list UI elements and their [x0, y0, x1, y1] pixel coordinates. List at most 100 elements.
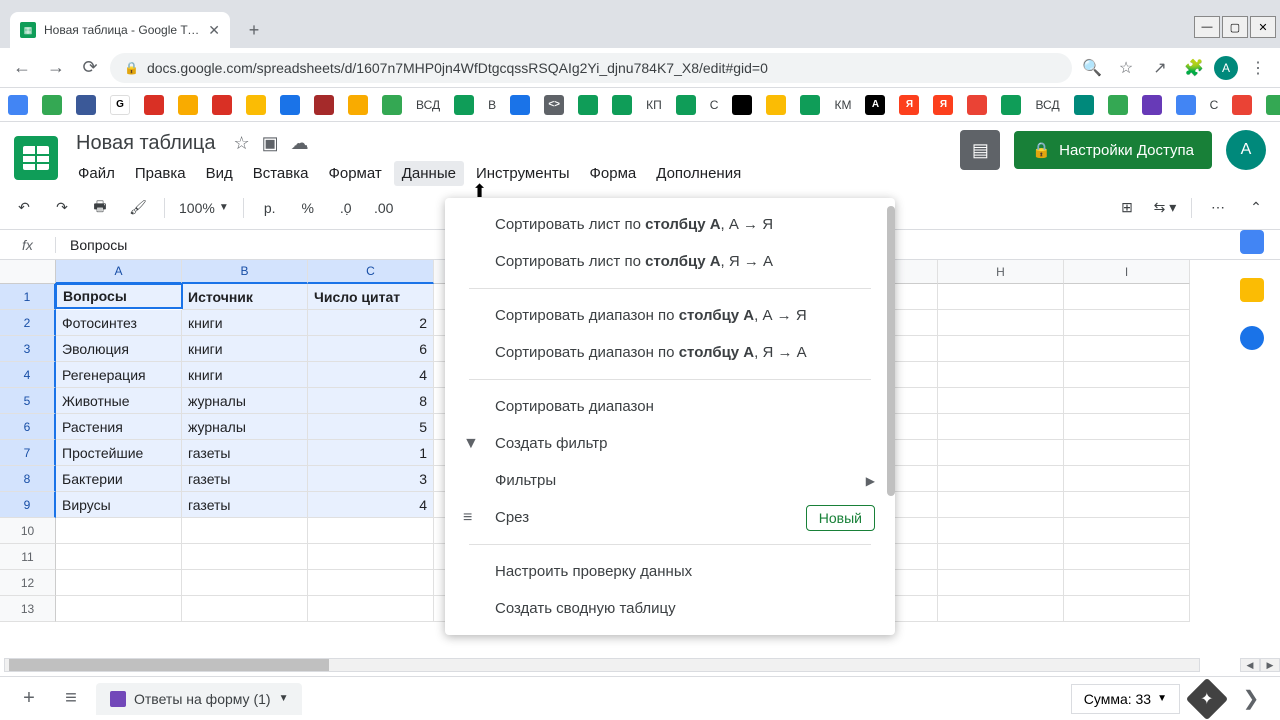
cell[interactable]: книги — [182, 336, 308, 362]
pivot-table[interactable]: Создать сводную таблицу — [445, 590, 895, 627]
merge-button[interactable]: ⇆ ▾ — [1153, 194, 1177, 222]
cell[interactable] — [308, 544, 434, 570]
profile-avatar[interactable]: A — [1214, 56, 1238, 80]
cell[interactable] — [308, 518, 434, 544]
row-header[interactable]: 3 — [0, 336, 56, 362]
cell[interactable] — [308, 570, 434, 596]
share-button[interactable]: 🔒 Настройки Доступа — [1014, 131, 1212, 169]
sheets-logo-icon[interactable] — [14, 136, 58, 180]
cell[interactable]: книги — [182, 310, 308, 336]
bookmark-item[interactable] — [510, 95, 530, 115]
all-sheets-button[interactable]: ≡ — [54, 682, 88, 716]
create-filter[interactable]: ▼ Создать фильтр — [445, 425, 895, 462]
borders-button[interactable]: ⊞ — [1115, 194, 1139, 222]
row-header[interactable]: 11 — [0, 544, 56, 570]
dropdown-scrollbar[interactable] — [887, 206, 895, 496]
bookmark-item[interactable] — [246, 95, 266, 115]
cell[interactable] — [1064, 596, 1190, 622]
row-header[interactable]: 13 — [0, 596, 56, 622]
zoom-icon[interactable]: 🔍 — [1078, 54, 1106, 82]
user-avatar[interactable]: A — [1226, 130, 1266, 170]
decrease-decimal-button[interactable]: .0̣ — [334, 194, 358, 222]
cell[interactable] — [182, 570, 308, 596]
menu-insert[interactable]: Вставка — [245, 161, 317, 186]
sort-sheet-asc[interactable]: Сортировать лист по столбцу A, А → Я — [445, 206, 895, 243]
cell[interactable] — [938, 310, 1064, 336]
cell[interactable]: 2 — [308, 310, 434, 336]
cell[interactable]: Число цитат — [308, 284, 434, 310]
row-header[interactable]: 9 — [0, 492, 56, 518]
menu-format[interactable]: Формат — [320, 161, 389, 186]
cell[interactable]: 1 — [308, 440, 434, 466]
cell[interactable] — [182, 518, 308, 544]
cell[interactable]: 8 — [308, 388, 434, 414]
forward-button[interactable]: → — [42, 54, 70, 82]
bookmark-item[interactable] — [578, 95, 598, 115]
cell[interactable] — [938, 544, 1064, 570]
bookmark-item[interactable] — [1176, 95, 1196, 115]
side-panel-toggle[interactable]: ❯ — [1234, 682, 1268, 716]
bookmark-item[interactable] — [1142, 95, 1162, 115]
row-header[interactable]: 4 — [0, 362, 56, 388]
tasks-icon[interactable] — [1240, 326, 1264, 350]
cell[interactable] — [56, 596, 182, 622]
cell[interactable] — [938, 414, 1064, 440]
bookmark-item[interactable] — [348, 95, 368, 115]
row-header[interactable]: 12 — [0, 570, 56, 596]
cell[interactable] — [938, 518, 1064, 544]
cell[interactable] — [1064, 362, 1190, 388]
comments-button[interactable]: ▤ — [960, 130, 1000, 170]
bookmark-label[interactable]: С — [710, 98, 719, 112]
bookmark-item[interactable] — [314, 95, 334, 115]
sort-range[interactable]: Сортировать диапазон — [445, 388, 895, 425]
cell[interactable] — [938, 336, 1064, 362]
cell[interactable] — [56, 518, 182, 544]
bookmark-item[interactable] — [1232, 95, 1252, 115]
tab-close-icon[interactable]: ✕ — [208, 22, 220, 39]
slicer[interactable]: ≡ Срез Новый — [445, 499, 895, 536]
row-header[interactable]: 5 — [0, 388, 56, 414]
cell[interactable]: 3 — [308, 466, 434, 492]
maximize-button[interactable]: ▢ — [1222, 16, 1248, 38]
extensions-icon[interactable]: 🧩 — [1180, 54, 1208, 82]
bookmark-item[interactable] — [612, 95, 632, 115]
cell[interactable]: 6 — [308, 336, 434, 362]
column-header[interactable]: C — [308, 260, 434, 284]
percent-button[interactable]: % — [296, 194, 320, 222]
cell[interactable] — [182, 544, 308, 570]
row-header[interactable]: 2 — [0, 310, 56, 336]
browser-menu-icon[interactable]: ⋮ — [1244, 54, 1272, 82]
cell[interactable] — [938, 440, 1064, 466]
calendar-icon[interactable] — [1240, 230, 1264, 254]
bookmark-label[interactable]: КП — [646, 98, 662, 112]
row-header[interactable]: 1 — [0, 284, 56, 310]
bookmark-item[interactable]: <> — [544, 95, 564, 115]
bookmark-item[interactable]: Я — [933, 95, 953, 115]
bookmark-item[interactable] — [280, 95, 300, 115]
cell[interactable]: газеты — [182, 440, 308, 466]
new-tab-button[interactable]: + — [240, 16, 268, 44]
cell[interactable]: 4 — [308, 362, 434, 388]
close-window-button[interactable]: ✕ — [1250, 16, 1276, 38]
cell[interactable]: 5 — [308, 414, 434, 440]
add-sheet-button[interactable]: + — [12, 682, 46, 716]
explore-button[interactable]: ✦ — [1186, 677, 1228, 719]
cell[interactable]: Растения — [56, 414, 182, 440]
bookmark-label[interactable]: КМ — [834, 98, 851, 112]
cell[interactable] — [1064, 310, 1190, 336]
cell[interactable]: Бактерии — [56, 466, 182, 492]
bookmark-label[interactable]: ВСД — [416, 98, 440, 112]
cell[interactable] — [1064, 388, 1190, 414]
horizontal-scrollbar[interactable] — [4, 658, 1200, 672]
cell[interactable] — [938, 570, 1064, 596]
undo-button[interactable]: ↶ — [12, 194, 36, 222]
menu-view[interactable]: Вид — [198, 161, 241, 186]
bookmark-item[interactable] — [676, 95, 696, 115]
filters-submenu[interactable]: Фильтры ▶ — [445, 462, 895, 499]
cell[interactable]: Вопросы — [55, 283, 183, 309]
cell[interactable] — [1064, 544, 1190, 570]
increase-decimal-button[interactable]: .00 — [372, 194, 396, 222]
menu-form[interactable]: Форма — [582, 161, 645, 186]
print-button[interactable]: 🖶 — [88, 194, 112, 222]
bookmark-item[interactable] — [1001, 95, 1021, 115]
